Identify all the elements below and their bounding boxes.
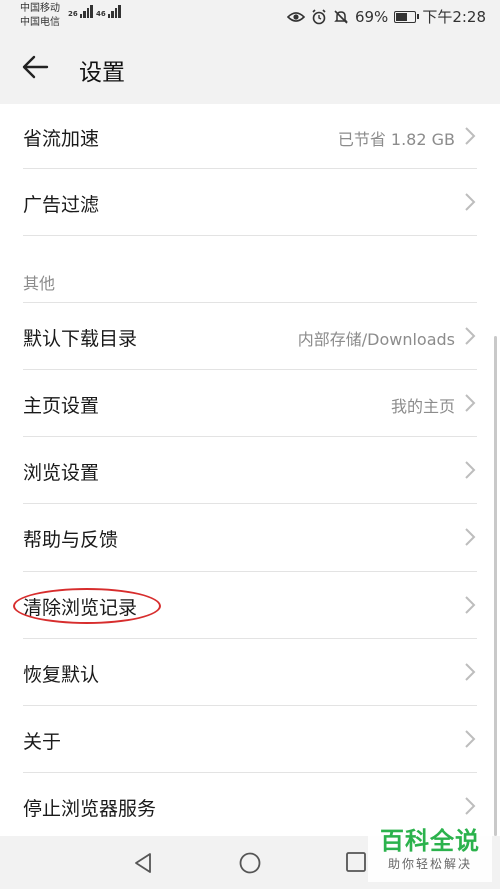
chevron-right-icon [465,663,476,681]
watermark-title: 百科全说 [380,827,480,855]
item-label: 恢复默认 [23,664,100,686]
signal-bars-2-icon [107,4,122,18]
item-label: 停止浏览器服务 [23,798,157,820]
watermark-subtitle: 助你轻松解决 [387,857,472,871]
back-button[interactable] [20,52,56,84]
divider [23,235,477,236]
item-label: 帮助与反馈 [23,529,119,551]
section-header-other: 其他 [23,274,56,293]
settings-item-ad-filter[interactable]: 广告过滤 [0,169,500,235]
home-circle-icon [239,852,261,874]
settings-item-browse-settings[interactable]: 浏览设置 [0,437,500,503]
chevron-right-icon [465,193,476,211]
chevron-right-icon [465,730,476,748]
item-label: 广告过滤 [23,194,100,216]
network-type-2: 46 [96,10,106,18]
settings-item-download-dir[interactable]: 默认下载目录 内部存储/Downloads [0,303,500,369]
recents-square-icon [346,852,366,872]
chevron-right-icon [465,461,476,479]
network-type-1: 26 [68,10,78,18]
settings-list: 省流加速 已节省 1.82 GB 广告过滤 其他 默认下载目录 内部存储/Dow… [0,104,500,836]
settings-item-help-feedback[interactable]: 帮助与反馈 [0,504,500,571]
settings-item-clear-history[interactable]: 清除浏览记录 [0,572,500,638]
carrier-1: 中国移动 [20,3,60,14]
back-triangle-icon [135,853,151,873]
item-label: 默认下载目录 [23,328,138,350]
chevron-right-icon [465,596,476,614]
item-label: 关于 [23,731,62,753]
item-label: 主页设置 [23,395,100,417]
mute-icon [333,9,349,25]
scrollbar[interactable] [494,336,497,836]
status-right: 69% 下午2:28 [281,6,486,27]
chevron-right-icon [465,127,476,145]
watermark-logo: 百科全说 助你轻松解决 [368,826,492,882]
battery-icon [394,10,420,23]
item-label: 清除浏览记录 [23,597,138,619]
item-label: 浏览设置 [23,462,100,484]
nav-back-button[interactable] [132,852,156,874]
item-value: 已节省 1.82 GB [337,130,455,149]
settings-item-about[interactable]: 关于 [0,706,500,772]
nav-home-button[interactable] [238,852,262,874]
eye-icon [286,11,305,23]
signal-2: 46 [96,4,122,18]
settings-item-homepage[interactable]: 主页设置 我的主页 [0,370,500,436]
app-header: 设置 [0,34,500,104]
back-arrow-icon [22,55,49,79]
chevron-right-icon [465,797,476,815]
battery-percent: 69% [354,7,389,26]
chevron-right-icon [465,394,476,412]
signal-1: 26 [68,4,94,18]
status-bar: 中国移动 中国电信 26 46 69% 下午2:28 [0,0,500,34]
settings-item-restore-default[interactable]: 恢复默认 [0,639,500,705]
signal-bars-1-icon [79,4,94,18]
alarm-icon [311,8,327,25]
item-label: 省流加速 [23,128,100,150]
chevron-right-icon [465,327,476,345]
chevron-right-icon [465,528,476,546]
page-title: 设置 [79,60,125,86]
item-value: 我的主页 [390,397,455,416]
item-value: 内部存储/Downloads [297,330,455,349]
settings-item-data-saver[interactable]: 省流加速 已节省 1.82 GB [0,104,500,168]
carrier-info: 中国移动 中国电信 [20,2,60,30]
carrier-2: 中国电信 [20,17,60,28]
status-time: 下午2:28 [422,8,486,26]
nav-recents-button[interactable] [345,852,369,874]
